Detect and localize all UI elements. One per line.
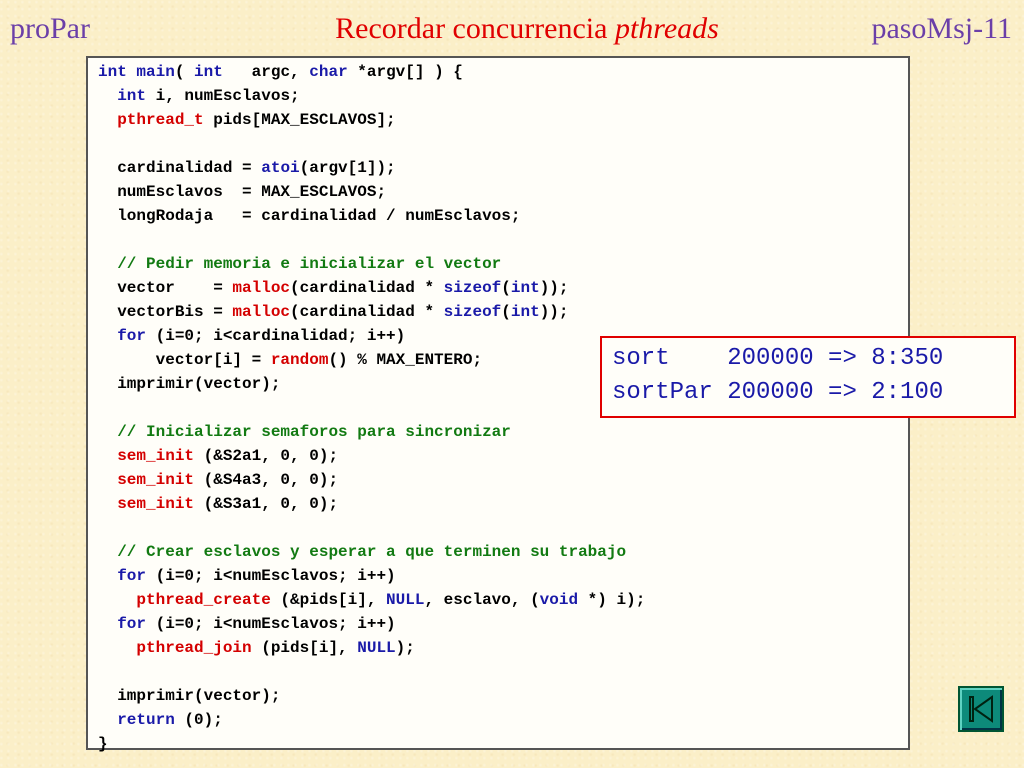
code-line: }	[98, 735, 108, 753]
back-to-start-button[interactable]	[958, 686, 1004, 732]
slide-title-main: Recordar concurrencia	[335, 12, 615, 45]
code-line: pthread_t pids[MAX_ESCLAVOS];	[117, 111, 396, 129]
code-line: sem_init (&S3a1, 0, 0);	[117, 495, 339, 513]
code-line: for (i=0; i<numEsclavos; i++)	[117, 567, 396, 585]
code-line: sem_init (&S2a1, 0, 0);	[117, 447, 339, 465]
skip-back-icon	[969, 695, 993, 723]
code-line: return (0);	[117, 711, 223, 729]
code-comment: // Crear esclavos y esperar a que termin…	[98, 543, 627, 561]
code-line: longRodaja = cardinalidad / numEsclavos;	[98, 207, 521, 225]
code-line: int i, numEsclavos;	[117, 87, 300, 105]
code-block: int main( int argc, char *argv[] ) { int…	[98, 60, 645, 756]
code-comment: // Inicializar semaforos para sincroniza…	[98, 423, 511, 441]
code-line: for (i=0; i<numEsclavos; i++)	[117, 615, 396, 633]
result-sort: sort 200000 => 8:350	[612, 345, 944, 372]
slide-title-italic: pthreads	[614, 12, 719, 45]
result-sortpar: sortPar 200000 => 2:100	[612, 379, 944, 406]
code-comment: // Pedir memoria e inicializar el vector	[98, 255, 502, 273]
code-line: imprimir(vector);	[98, 687, 281, 705]
code-line: vector[i] = random() % MAX_ENTERO;	[98, 351, 483, 369]
code-line: cardinalidad = atoi(argv[1]);	[98, 159, 396, 177]
slide-title: Recordar concurrencia pthreads	[0, 12, 1024, 46]
code-line: pthread_create (&pids[i], NULL, esclavo,…	[136, 591, 646, 609]
code-line: int main( int argc, char *argv[] ) {	[98, 63, 463, 81]
code-line: for (i=0; i<cardinalidad; i++)	[117, 327, 406, 345]
code-line: imprimir(vector);	[98, 375, 281, 393]
code-line: vectorBis = malloc(cardinalidad * sizeof…	[98, 303, 569, 321]
slide-number: pasoMsj-11	[871, 12, 1012, 45]
code-line: pthread_join (pids[i], NULL);	[136, 639, 415, 657]
code-line: vector = malloc(cardinalidad * sizeof(in…	[98, 279, 569, 297]
code-line: sem_init (&S4a3, 0, 0);	[117, 471, 339, 489]
timing-results-box: sort 200000 => 8:350 sortPar 200000 => 2…	[600, 336, 1016, 418]
timing-results: sort 200000 => 8:350 sortPar 200000 => 2…	[612, 342, 943, 410]
code-line: numEsclavos = MAX_ESCLAVOS;	[98, 183, 387, 201]
